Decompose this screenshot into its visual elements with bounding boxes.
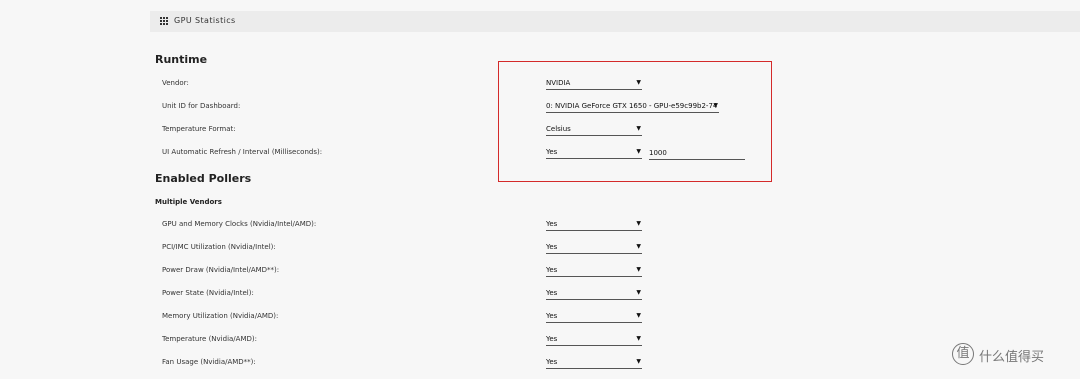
poller-label-fan: Fan Usage (Nvidia/AMD**): — [162, 358, 256, 366]
vendor-label: Vendor: — [162, 79, 189, 87]
runtime-heading: Runtime — [155, 53, 208, 66]
poller-select-temperature[interactable]: Yes ▼ — [546, 333, 642, 346]
poller-label-temperature: Temperature (Nvidia/AMD): — [162, 335, 257, 343]
highlight-box — [498, 61, 772, 182]
panel-header: GPU Statistics — [150, 11, 1080, 32]
poller-label-power-draw: Power Draw (Nvidia/Intel/AMD**): — [162, 266, 280, 274]
watermark-text: 什么值得买 — [979, 350, 1045, 365]
poller-value: Yes — [546, 289, 558, 297]
poller-select-pci[interactable]: Yes ▼ — [546, 241, 642, 254]
poller-value: Yes — [546, 266, 558, 274]
chevron-down-icon: ▼ — [636, 243, 641, 250]
refresh-label: UI Automatic Refresh / Interval (Millise… — [162, 148, 323, 156]
watermark-logo-icon: 值 — [952, 343, 974, 365]
temp-format-label: Temperature Format: — [162, 125, 236, 133]
unit-id-label: Unit ID for Dashboard: — [162, 102, 241, 110]
pollers-subheading: Multiple Vendors — [155, 198, 222, 206]
poller-label-pci: PCI/IMC Utilization (Nvidia/Intel): — [162, 243, 276, 251]
chevron-down-icon: ▼ — [636, 220, 641, 227]
poller-value: Yes — [546, 335, 558, 343]
panel-title: GPU Statistics — [174, 16, 236, 25]
poller-value: Yes — [546, 243, 558, 251]
poller-select-clocks[interactable]: Yes ▼ — [546, 218, 642, 231]
poller-label-memory: Memory Utilization (Nvidia/AMD): — [162, 312, 279, 320]
poller-label-power-state: Power State (Nvidia/Intel): — [162, 289, 254, 297]
chevron-down-icon: ▼ — [636, 335, 641, 342]
chevron-down-icon: ▼ — [636, 289, 641, 296]
chevron-down-icon: ▼ — [636, 266, 641, 273]
grid-icon — [160, 17, 169, 25]
poller-select-power-draw[interactable]: Yes ▼ — [546, 264, 642, 277]
poller-label-clocks: GPU and Memory Clocks (Nvidia/Intel/AMD)… — [162, 220, 317, 228]
poller-select-memory[interactable]: Yes ▼ — [546, 310, 642, 323]
poller-value: Yes — [546, 312, 558, 320]
pollers-heading: Enabled Pollers — [155, 172, 252, 185]
poller-value: Yes — [546, 220, 558, 228]
chevron-down-icon: ▼ — [636, 312, 641, 319]
chevron-down-icon: ▼ — [636, 358, 641, 365]
poller-select-power-state[interactable]: Yes ▼ — [546, 287, 642, 300]
poller-value: Yes — [546, 358, 558, 366]
poller-select-fan[interactable]: Yes ▼ — [546, 356, 642, 369]
